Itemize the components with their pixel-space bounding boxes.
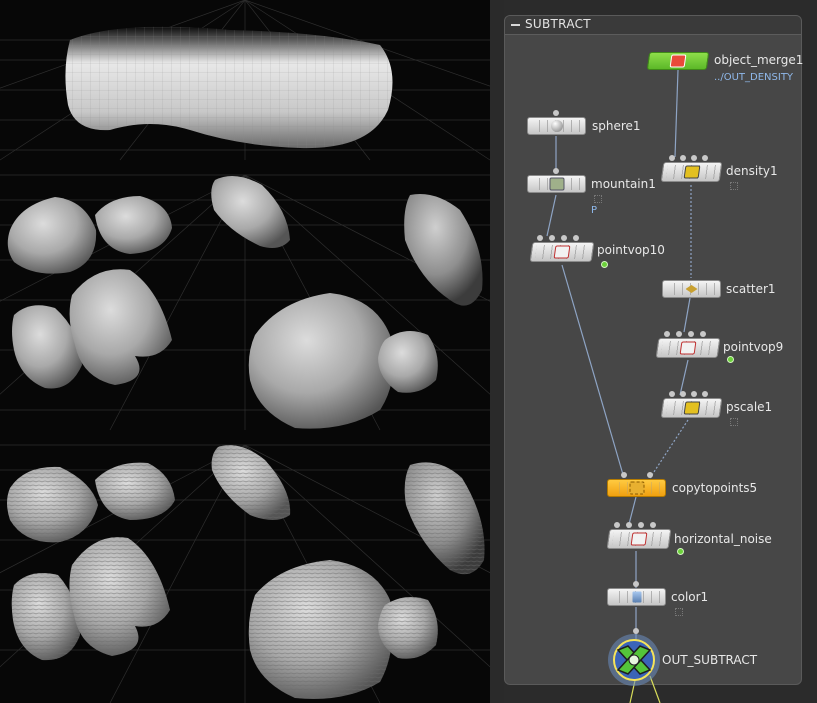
display-flag-icon (727, 356, 734, 363)
sphere-icon (550, 120, 563, 132)
node-label-color1: color1 (671, 590, 709, 604)
node-label-mountain1: mountain1 (591, 177, 656, 191)
node-label-object-merge1: object_merge1 (714, 53, 804, 67)
node-label-pscale1: pscale1 (726, 400, 773, 414)
density-icon (683, 165, 700, 179)
node-label-copytopoints5: copytopoints5 (672, 481, 758, 495)
output-icon (608, 634, 660, 686)
input-connector[interactable] (688, 331, 694, 337)
node-color1[interactable] (607, 588, 666, 606)
node-mountain1[interactable] (527, 175, 586, 193)
node-label-horizontal-noise: horizontal_noise (674, 532, 772, 546)
node-pscale1[interactable] (660, 398, 723, 418)
flag-icon (594, 195, 602, 203)
input-connector[interactable] (638, 522, 644, 528)
node-label-density1: density1 (726, 164, 778, 178)
flag-icon (730, 418, 738, 426)
node-copytopoints5[interactable] (607, 479, 666, 497)
input-connector[interactable] (573, 235, 579, 241)
merge-icon (669, 54, 687, 68)
viewport-scene (0, 0, 490, 703)
input-connector[interactable] (626, 522, 632, 528)
input-connector[interactable] (553, 110, 559, 116)
flag-icon (730, 182, 738, 190)
mountain-icon (549, 177, 564, 191)
node-object-merge1[interactable] (646, 52, 710, 70)
node-density1[interactable] (660, 162, 723, 182)
input-connector[interactable] (669, 155, 675, 161)
node-scatter1[interactable] (662, 280, 721, 298)
pane-divider[interactable] (490, 0, 504, 703)
input-connector[interactable] (691, 391, 697, 397)
node-label-pointvop9: pointvop9 (723, 340, 784, 354)
input-connector[interactable] (691, 155, 697, 161)
network-box-title: SUBTRACT (525, 17, 591, 31)
rocks-striated (7, 445, 485, 699)
node-label-scatter1: scatter1 (726, 282, 776, 296)
density-blob (65, 26, 393, 149)
node-pointvop9[interactable] (655, 338, 721, 358)
vop-icon (679, 341, 697, 355)
pscale-icon (683, 401, 700, 415)
input-connector[interactable] (614, 522, 620, 528)
input-connector[interactable] (650, 522, 656, 528)
input-connector[interactable] (680, 391, 686, 397)
network-box-header[interactable]: SUBTRACT (505, 16, 801, 35)
input-connector[interactable] (702, 155, 708, 161)
flag-icon (675, 608, 683, 616)
node-label-out-subtract: OUT_SUBTRACT (662, 653, 758, 667)
vop-icon (630, 532, 648, 546)
input-connector[interactable] (633, 581, 639, 587)
input-connector[interactable] (621, 472, 627, 478)
input-connector[interactable] (702, 391, 708, 397)
input-connector[interactable] (664, 331, 670, 337)
node-horizontal-noise[interactable] (606, 529, 672, 549)
input-connector[interactable] (669, 391, 675, 397)
input-connector[interactable] (700, 331, 706, 337)
node-label-sphere1: sphere1 (592, 119, 641, 133)
input-connector[interactable] (537, 235, 543, 241)
node-path-object-merge1: ../OUT_DENSITY (714, 72, 794, 83)
copy-icon (629, 481, 644, 495)
node-out-subtract[interactable] (606, 632, 662, 692)
input-connector[interactable] (647, 472, 653, 478)
node-pointvop10[interactable] (529, 242, 595, 262)
input-connector[interactable] (549, 235, 555, 241)
color-icon (632, 591, 641, 603)
input-connector[interactable] (676, 331, 682, 337)
input-connector[interactable] (561, 235, 567, 241)
collapse-icon[interactable] (511, 24, 520, 26)
node-attribute-mountain1: P (591, 205, 598, 216)
display-flag-icon (601, 261, 608, 268)
vop-icon (553, 245, 571, 259)
display-flag-icon (677, 548, 684, 555)
node-label-pointvop10: pointvop10 (597, 243, 665, 257)
3d-viewport[interactable] (0, 0, 490, 703)
input-connector[interactable] (553, 168, 559, 174)
input-connector[interactable] (680, 155, 686, 161)
node-sphere1[interactable] (527, 117, 586, 135)
